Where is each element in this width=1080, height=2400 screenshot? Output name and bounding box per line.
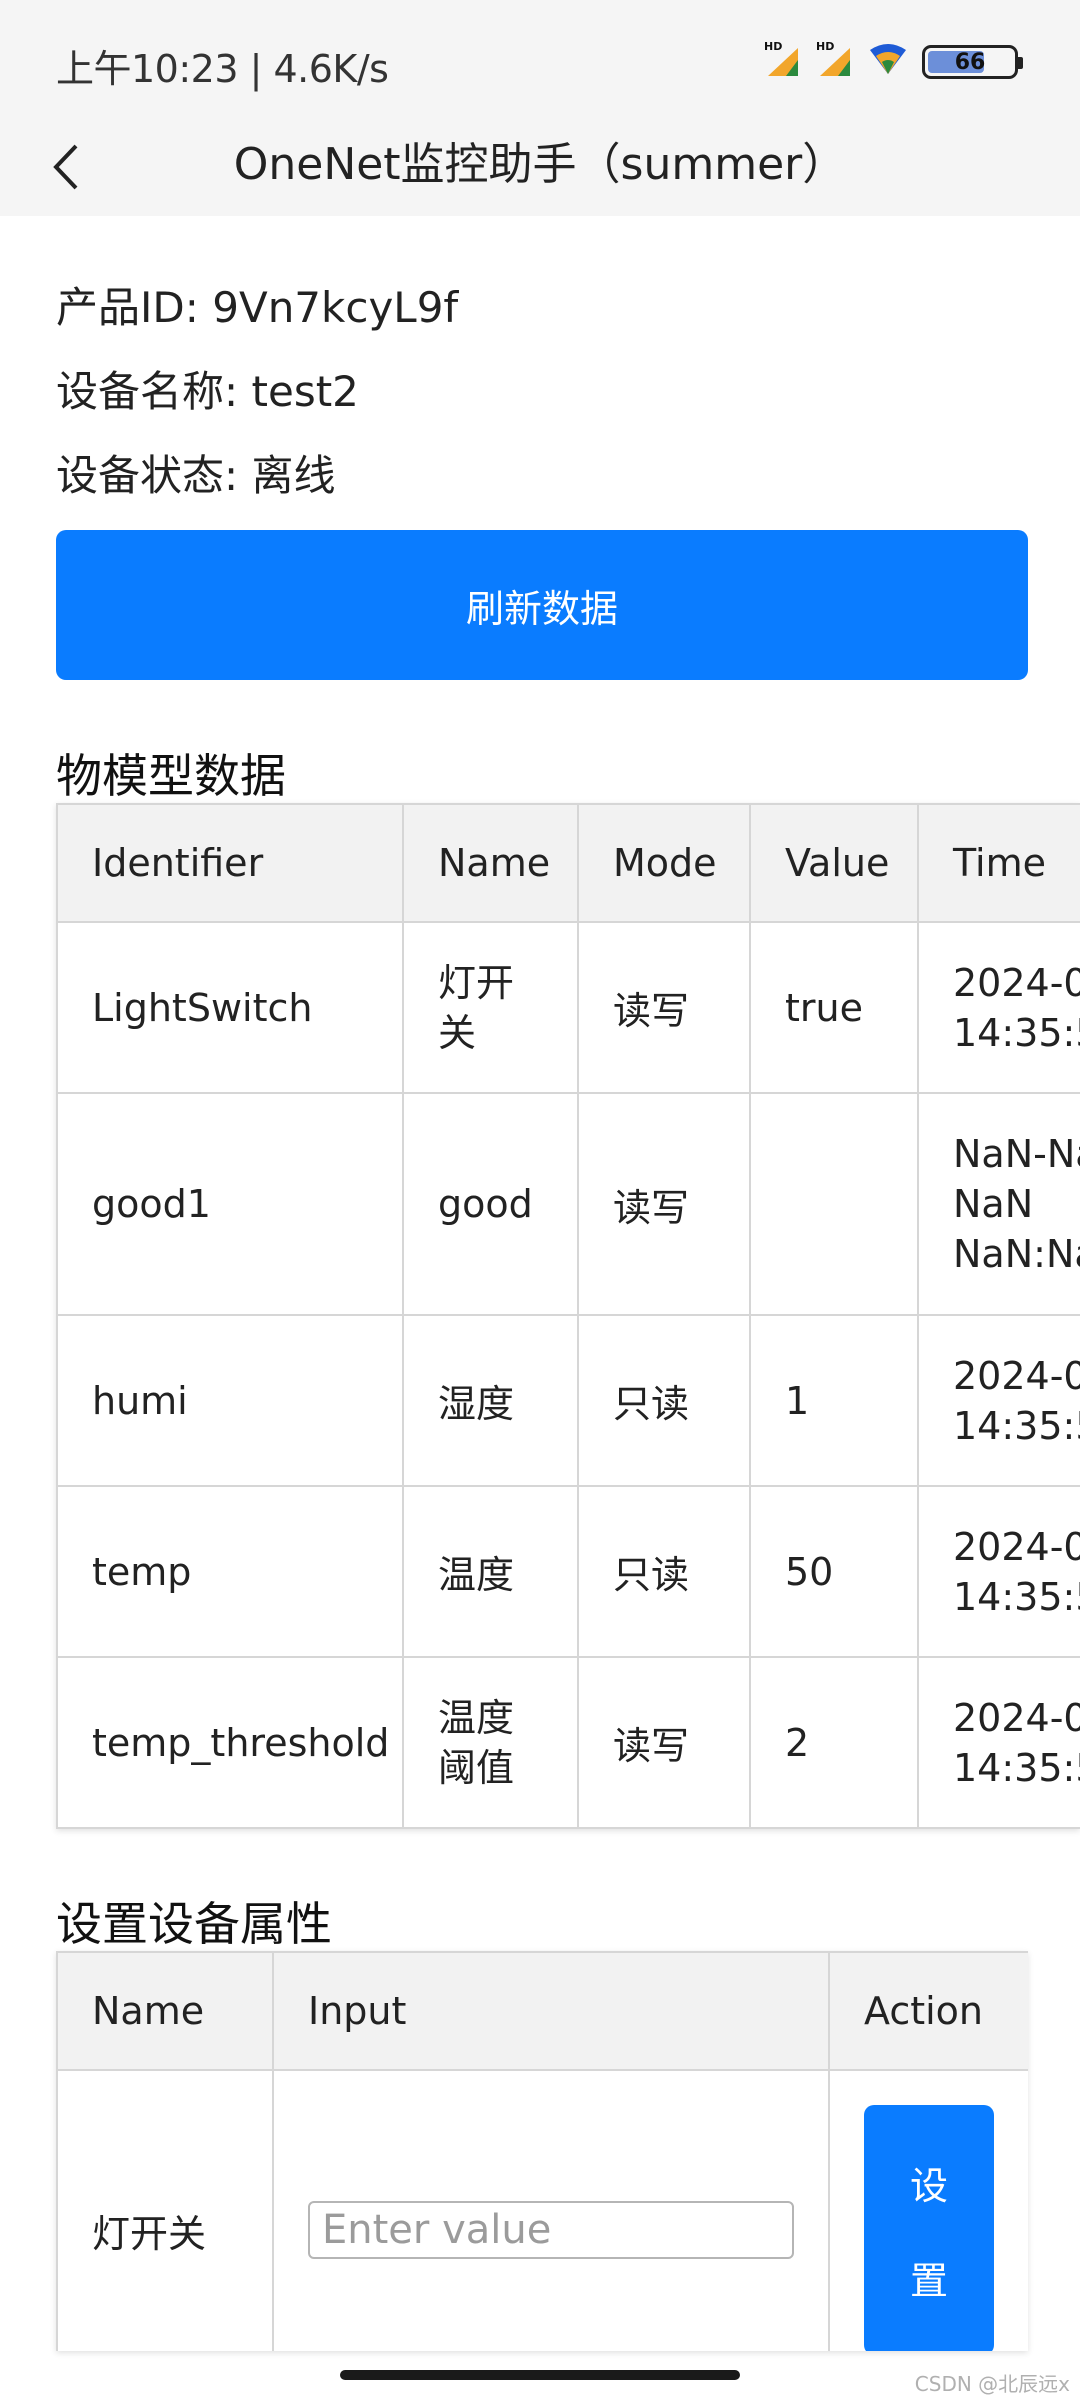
set-table-container: Name Input Action 灯开关 设 置 [56, 1951, 1028, 2351]
device-status-label: 设备状态: [56, 451, 252, 500]
model-table: Identifier Name Mode Value Time LightSwi… [56, 803, 1080, 1829]
device-status-value: 离线 [251, 451, 336, 500]
model-section-title: 物模型数据 [56, 749, 286, 803]
home-indicator[interactable] [340, 2370, 740, 2380]
table-row: 灯开关 设 置 [56, 2069, 1028, 2351]
column-header-name: Name [402, 803, 579, 923]
table-row: LightSwitch 灯开关 读写 true 2024-014:35:5 [56, 921, 1080, 1094]
device-name-row: 设备名称: test2 [56, 358, 359, 419]
cell-value: 50 [749, 1485, 919, 1658]
cell-name: good [402, 1092, 579, 1316]
app-bar: OneNet监控助手（summer） [0, 126, 1080, 216]
cell-value: 1 [749, 1314, 919, 1487]
cell-identifier: good1 [56, 1092, 404, 1316]
status-bar: 上午10:23 | 4.6K/s HD HD 66 [0, 0, 1080, 126]
cell-time: 2024-014:35:5 [917, 1656, 1080, 1829]
cell-value: 2 [749, 1656, 919, 1829]
cell-name: 温度 [402, 1485, 579, 1658]
cell-time: 2024-014:35:5 [917, 921, 1080, 1094]
column-header-value: Value [749, 803, 919, 923]
table-row: temp 温度 只读 50 2024-014:35:5 [56, 1485, 1080, 1658]
product-id-row: 产品ID: 9Vn7kcyL9f [56, 274, 458, 335]
cell-identifier: temp_threshold [56, 1656, 404, 1829]
table-row: humi 湿度 只读 1 2024-014:35:5 [56, 1314, 1080, 1487]
signal-icon-2: HD [816, 40, 854, 78]
cell-mode: 读写 [577, 921, 751, 1094]
product-id-label: 产品ID: [56, 283, 213, 332]
cell-time: NaN-NaNaNNaN:Na [917, 1092, 1080, 1316]
set-section-title: 设置设备属性 [56, 1897, 332, 1951]
cell-time: 2024-014:35:5 [917, 1314, 1080, 1487]
signal-icon: HD [764, 40, 802, 78]
column-header-input: Input [272, 1951, 830, 2071]
model-table-container[interactable]: Identifier Name Mode Value Time LightSwi… [56, 803, 1080, 1829]
status-time: 上午10:23 | 4.6K/s [56, 47, 389, 91]
cell-identifier: temp [56, 1485, 404, 1658]
battery-icon: 66 [922, 45, 1023, 79]
page-title: OneNet监控助手（summer） [233, 139, 847, 190]
table-row: good1 good 读写 NaN-NaNaNNaN:Na [56, 1092, 1080, 1316]
cell-time: 2024-014:35:5 [917, 1485, 1080, 1658]
cell-value: true [749, 921, 919, 1094]
set-button[interactable]: 设 置 [864, 2105, 994, 2351]
column-header-name: Name [56, 1951, 274, 2071]
set-table: Name Input Action 灯开关 设 置 [56, 1951, 1028, 2351]
cell-identifier: humi [56, 1314, 404, 1487]
cell-name: 湿度 [402, 1314, 579, 1487]
cell-mode: 读写 [577, 1092, 751, 1316]
cell-name: 温度阈值 [402, 1656, 579, 1829]
column-header-action: Action [828, 1951, 1028, 2071]
cell-identifier: LightSwitch [56, 921, 404, 1094]
watermark: CSDN @北辰远x [914, 2372, 1070, 2396]
cell-value [749, 1092, 919, 1316]
cell-mode: 只读 [577, 1314, 751, 1487]
cell-input [272, 2069, 830, 2351]
value-input[interactable] [308, 2201, 794, 2259]
column-header-identifier: Identifier [56, 803, 404, 923]
device-status-row: 设备状态: 离线 [56, 442, 336, 503]
cell-mode: 只读 [577, 1485, 751, 1658]
refresh-data-button[interactable]: 刷新数据 [56, 530, 1028, 680]
device-name-label: 设备名称: [56, 367, 252, 416]
table-header-row: Name Input Action [56, 1951, 1028, 2071]
column-header-mode: Mode [577, 803, 751, 923]
column-header-time: Time [917, 803, 1080, 923]
product-id-value: 9Vn7kcyL9f [212, 283, 459, 332]
device-name-value: test2 [251, 367, 359, 416]
cell-action: 设 置 [828, 2069, 1028, 2351]
cell-mode: 读写 [577, 1656, 751, 1829]
cell-name: 灯开关 [56, 2069, 274, 2351]
cell-name: 灯开关 [402, 921, 579, 1094]
wifi-icon [868, 44, 908, 80]
table-header-row: Identifier Name Mode Value Time [56, 803, 1080, 923]
status-icons: HD HD 66 [764, 40, 1023, 80]
table-row: temp_threshold 温度阈值 读写 2 2024-014:35:5 [56, 1656, 1080, 1829]
